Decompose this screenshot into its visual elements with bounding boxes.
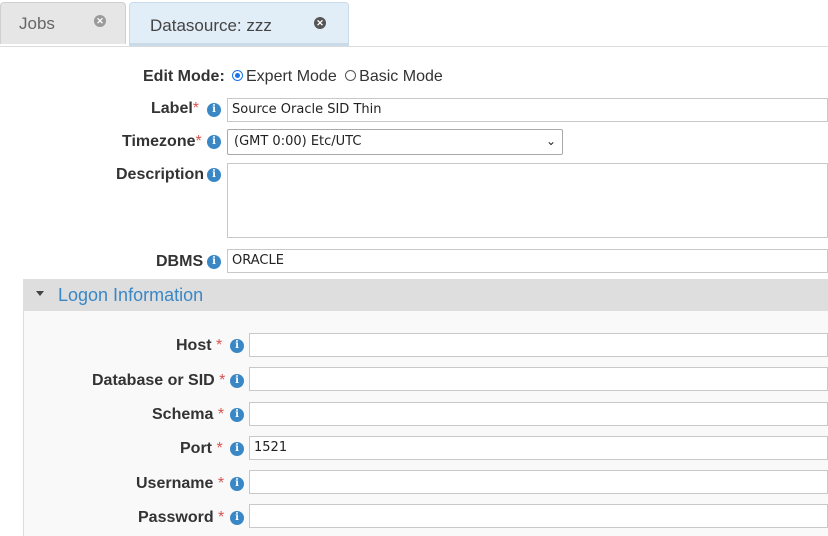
description-textarea[interactable] [227,163,828,238]
host-text: Host [176,337,212,354]
required-marker: * [217,406,225,423]
port-label: Port * [180,440,223,458]
info-icon[interactable]: i [230,408,244,422]
basic-mode-label: Basic Mode [359,68,443,85]
schema-label: Schema * [152,406,224,424]
timezone-value: (GMT 0:00) Etc/UTC [234,134,362,149]
tab-jobs[interactable]: Jobs ✕ [0,2,126,44]
tab-bar: Jobs ✕ Datasource: zzz ✕ [0,0,828,47]
host-label: Host * [176,337,222,355]
close-icon[interactable]: ✕ [314,17,326,29]
timezone-select[interactable]: (GMT 0:00) Etc/UTC ⌄ [227,129,563,155]
required-marker: * [218,509,225,526]
tab-datasource[interactable]: Datasource: zzz ✕ [129,2,349,46]
password-text: Password [138,509,214,526]
radio-basic-mode[interactable]: Basic Mode [345,68,443,85]
active-tab-indicator [130,43,348,46]
close-icon[interactable]: ✕ [94,15,106,27]
info-icon[interactable]: i [207,255,221,269]
dbms-input[interactable]: ORACLE [227,249,828,273]
radio-expert-mode[interactable]: Expert Mode [232,68,337,85]
label-field-label: Label* [151,100,199,118]
database-sid-input[interactable] [249,367,828,391]
required-marker: * [217,475,225,492]
info-icon[interactable]: i [230,374,244,388]
required-marker: * [216,337,223,354]
description-label: Description [116,166,205,183]
database-sid-label: Database or SID * [92,372,225,390]
info-icon[interactable]: i [230,442,244,456]
required-marker: * [219,372,226,389]
password-label: Password * [138,509,224,527]
tab-datasource-label: Datasource: zzz [150,16,272,35]
info-icon[interactable]: i [207,168,221,182]
edit-mode-label: Edit Mode: [143,68,225,85]
dbms-label: DBMS [156,253,204,270]
required-marker: * [216,440,223,457]
collapse-arrow-icon[interactable] [36,291,44,296]
info-icon[interactable]: i [230,511,244,525]
tab-jobs-label: Jobs [19,14,55,33]
timezone-label: Timezone* [122,133,202,151]
username-text: Username [136,475,214,492]
info-icon[interactable]: i [207,103,221,117]
host-input[interactable] [249,333,828,357]
username-input[interactable] [249,470,828,494]
timezone-text: Timezone [122,133,196,150]
info-icon[interactable]: i [207,135,221,149]
label-text: Label [151,100,193,117]
database-sid-text: Database or SID [92,372,215,389]
required-marker: * [192,100,200,117]
info-icon[interactable]: i [230,339,244,353]
schema-text: Schema [152,406,214,423]
edit-mode-radio-group: Expert Mode Basic Mode [232,68,443,86]
label-input[interactable]: Source Oracle SID Thin [227,98,828,122]
username-label: Username * [136,475,224,493]
logon-section-header[interactable]: Logon Information [23,279,828,311]
required-marker: * [195,133,202,150]
logon-section-title: Logon Information [58,285,204,305]
port-input[interactable]: 1521 [249,436,828,460]
schema-input[interactable] [249,402,828,426]
radio-unchecked-icon[interactable] [345,70,357,81]
chevron-down-icon: ⌄ [545,134,556,148]
password-input[interactable] [249,504,828,528]
info-icon[interactable]: i [230,477,244,491]
port-text: Port [180,440,212,457]
radio-checked-icon[interactable] [232,70,243,81]
expert-mode-label: Expert Mode [246,68,337,85]
